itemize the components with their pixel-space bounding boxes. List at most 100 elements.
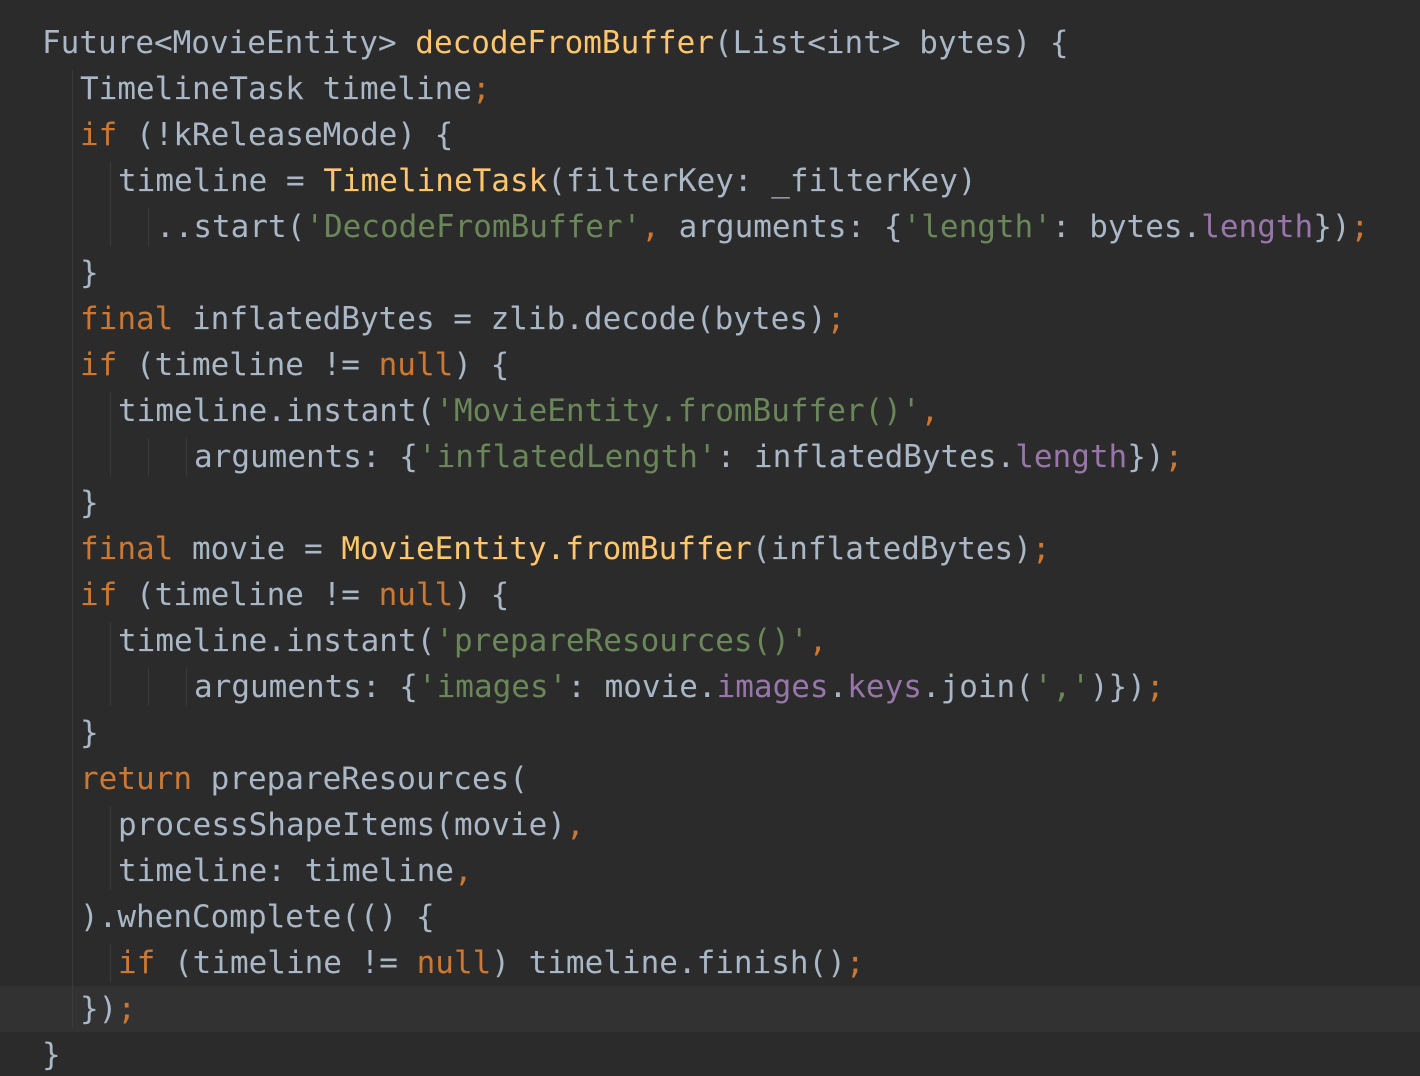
code-token: 'inflatedLength' <box>417 439 717 475</box>
code-token: }) <box>80 991 118 1027</box>
code-token: ; <box>1350 209 1370 245</box>
code-line[interactable]: timeline.instant('prepareResources()', <box>0 618 1420 664</box>
code-token: Future<MovieEntity> <box>42 25 416 61</box>
code-token: ',' <box>1033 669 1090 705</box>
code-token: arguments: { <box>194 669 418 705</box>
code-token: : bytes. <box>1051 209 1202 245</box>
code-line[interactable]: } <box>0 1032 1420 1076</box>
code-token: movie = <box>173 531 342 567</box>
code-token: ..start( <box>156 209 306 245</box>
code-token: : inflatedBytes. <box>716 439 1016 475</box>
code-token: length <box>1201 209 1314 245</box>
code-token: (timeline != <box>117 347 379 383</box>
code-token: (inflatedBytes) <box>751 531 1032 567</box>
code-line[interactable]: if (timeline != null) { <box>0 572 1420 618</box>
code-token: (filterKey: _filterKey) <box>547 163 977 199</box>
code-line[interactable]: processShapeItems(movie), <box>0 802 1420 848</box>
code-token: MovieEntity.fromBuffer <box>341 531 752 567</box>
code-token: arguments: { <box>194 439 418 475</box>
code-token: 'MovieEntity.fromBuffer()' <box>435 393 921 429</box>
code-token: keys <box>847 669 922 705</box>
code-token: } <box>80 255 99 291</box>
code-line[interactable]: return prepareResources( <box>0 756 1420 802</box>
code-line[interactable]: ).whenComplete(() { <box>0 894 1420 940</box>
code-line[interactable]: final movie = MovieEntity.fromBuffer(inf… <box>0 526 1420 572</box>
code-token: ; <box>845 945 865 981</box>
code-line[interactable]: final inflatedBytes = zlib.decode(bytes)… <box>0 296 1420 342</box>
code-line[interactable]: } <box>0 480 1420 526</box>
code-token: ).whenComplete(() { <box>80 899 435 935</box>
code-token: ) timeline.finish() <box>491 945 846 981</box>
code-token: 'DecodeFromBuffer' <box>305 209 642 245</box>
code-token: , <box>453 853 473 889</box>
indent-guide <box>110 806 111 890</box>
code-token: arguments: { <box>659 209 903 245</box>
code-token: processShapeItems(movie) <box>118 807 566 843</box>
code-token: (List<int> bytes) { <box>713 25 1069 61</box>
code-token: null <box>378 347 454 383</box>
code-token: timeline = <box>118 163 324 199</box>
code-token: prepareResources( <box>191 761 528 797</box>
code-token: timeline.instant( <box>118 623 436 659</box>
indent-guide <box>148 668 149 706</box>
code-line[interactable]: Future<MovieEntity> decodeFromBuffer(Lis… <box>0 20 1420 66</box>
code-token: null <box>378 577 454 613</box>
code-line[interactable]: timeline: timeline, <box>0 848 1420 894</box>
code-line[interactable]: timeline = TimelineTask(filterKey: _filt… <box>0 158 1420 204</box>
code-token: , <box>808 623 828 659</box>
code-token: if <box>118 945 156 981</box>
code-line[interactable]: arguments: {'inflatedLength': inflatedBy… <box>0 434 1420 480</box>
code-token: return <box>80 761 192 797</box>
code-token: }) <box>1313 209 1351 245</box>
code-token: final <box>80 301 174 337</box>
code-token: } <box>80 715 99 751</box>
code-token: ; <box>1031 531 1051 567</box>
code-token: . <box>828 669 848 705</box>
code-line[interactable]: if (timeline != null) { <box>0 342 1420 388</box>
code-token: (timeline != <box>155 945 417 981</box>
code-token: (!kReleaseMode) { <box>117 117 454 153</box>
code-line[interactable]: if (!kReleaseMode) { <box>0 112 1420 158</box>
code-line[interactable]: } <box>0 250 1420 296</box>
code-token: TimelineTask <box>323 163 548 199</box>
code-token: } <box>80 485 99 521</box>
code-token: ; <box>117 991 136 1027</box>
code-line[interactable]: }); <box>0 986 1420 1032</box>
code-line[interactable]: if (timeline != null) timeline.finish(); <box>0 940 1420 986</box>
code-line[interactable]: timeline.instant('MovieEntity.fromBuffer… <box>0 388 1420 434</box>
code-editor[interactable]: Future<MovieEntity> decodeFromBuffer(Lis… <box>0 0 1420 1076</box>
code-token: if <box>80 347 118 383</box>
code-line[interactable]: arguments: {'images': movie.images.keys.… <box>0 664 1420 710</box>
code-token: if <box>80 117 118 153</box>
code-token: if <box>80 577 118 613</box>
code-line[interactable]: ..start('DecodeFromBuffer', arguments: {… <box>0 204 1420 250</box>
indent-guide <box>72 70 73 1028</box>
code-token: inflatedBytes = zlib.decode(bytes) <box>173 301 827 337</box>
code-token: , <box>641 209 660 245</box>
code-token: ) { <box>453 347 510 383</box>
code-token: ; <box>471 71 491 107</box>
code-token: (timeline != <box>117 577 379 613</box>
code-token: 'images' <box>417 669 568 705</box>
code-token: decodeFromBuffer <box>415 25 714 61</box>
code-token: 'prepareResources()' <box>435 623 809 659</box>
code-token: ; <box>1164 439 1184 475</box>
indent-guide <box>110 622 111 706</box>
code-token: final <box>80 531 174 567</box>
code-token: .join( <box>921 669 1034 705</box>
code-token: ; <box>1145 669 1165 705</box>
indent-guide <box>110 162 111 246</box>
code-token: length <box>1015 439 1128 475</box>
code-line[interactable]: } <box>0 710 1420 756</box>
code-token: 'length' <box>902 209 1052 245</box>
indent-guide <box>110 392 111 476</box>
code-token: } <box>42 1037 61 1073</box>
code-token: , <box>565 807 585 843</box>
indent-guide <box>186 438 187 476</box>
code-token: }) <box>1127 439 1165 475</box>
code-line[interactable]: TimelineTask timeline; <box>0 66 1420 112</box>
code-token: , <box>920 393 940 429</box>
code-token: null <box>416 945 492 981</box>
code-token: timeline: timeline <box>118 853 454 889</box>
code-token: : movie. <box>567 669 717 705</box>
